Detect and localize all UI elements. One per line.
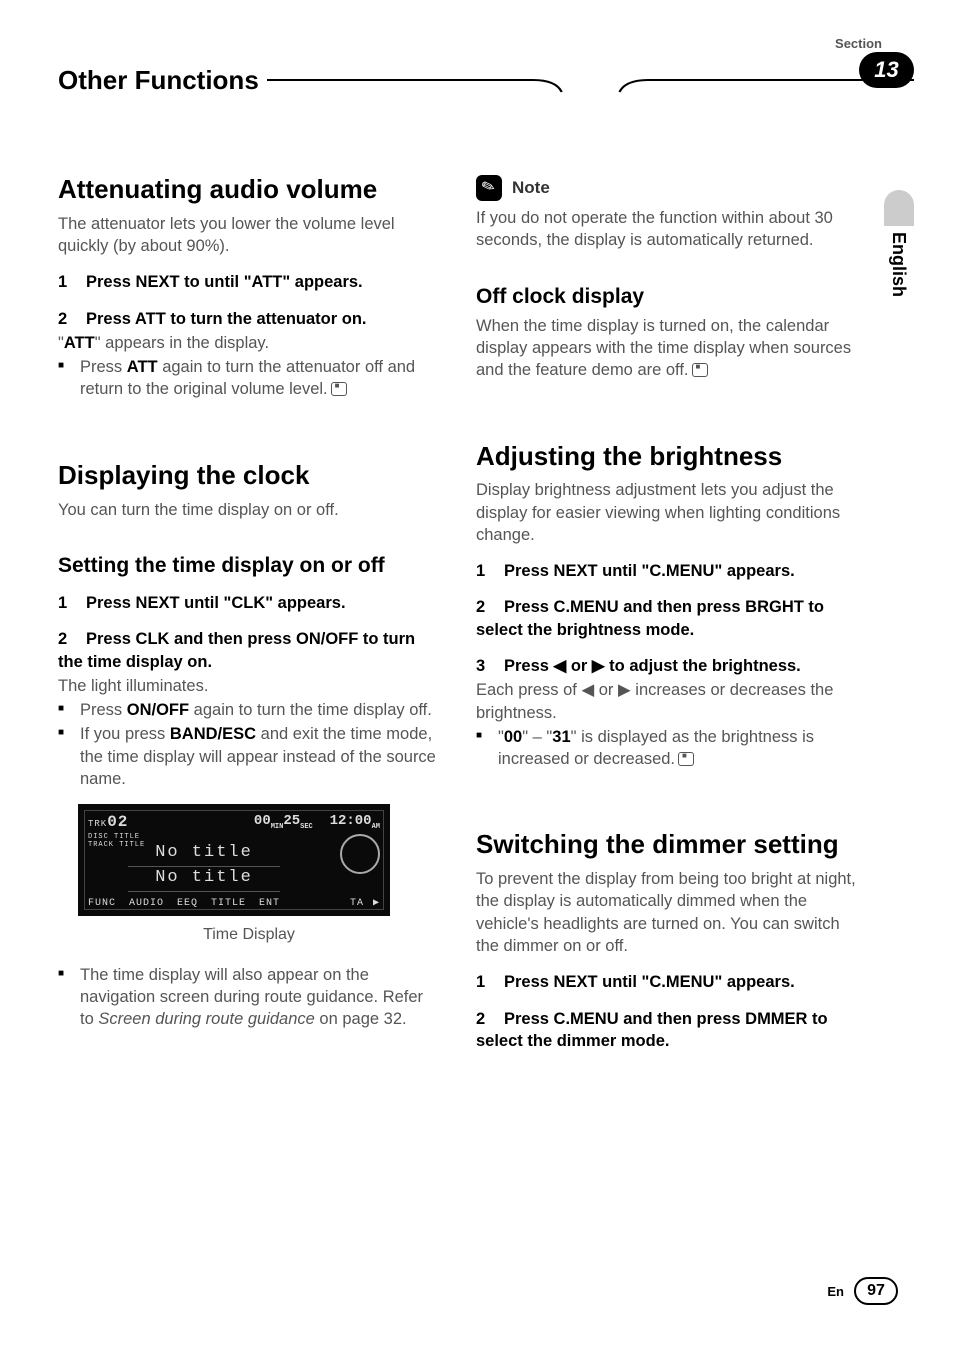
lcd-caption: Time Display: [58, 924, 440, 946]
note-body: If you do not operate the function withi…: [476, 207, 858, 252]
step-text: Press NEXT to until "ATT" appears.: [86, 273, 363, 291]
header-title: Other Functions: [58, 65, 259, 96]
bullet: "00" – "31" is displayed as the brightne…: [476, 726, 858, 771]
bullet: Press ATT again to turn the attenuator o…: [58, 356, 440, 401]
text: When the time display is turned on, the …: [476, 315, 858, 382]
step-text: Press C.MENU and then press BRGHT to sel…: [476, 598, 824, 638]
text: The light illuminates.: [58, 675, 440, 697]
step-text: Press C.MENU and then press DMMER to sel…: [476, 1010, 828, 1050]
header-row: Other Functions: [58, 60, 914, 100]
left-column: Attenuating audio volume The attenuator …: [58, 175, 440, 1054]
step: 3Press ◀ or ▶ to adjust the brightness.: [476, 655, 858, 677]
note-icon: ✎: [476, 175, 502, 201]
step: 1Press NEXT until "CLK" appears.: [58, 592, 440, 614]
section-number-badge: 13: [859, 52, 914, 88]
text: The attenuator lets you lower the volume…: [58, 213, 440, 258]
step: 2Press ATT to turn the attenuator on.: [58, 308, 440, 330]
step: 1Press NEXT until "C.MENU" appears.: [476, 560, 858, 582]
language-tab: English: [884, 190, 914, 297]
step: 1Press NEXT to until "ATT" appears.: [58, 271, 440, 293]
step: 2Press C.MENU and then press DMMER to se…: [476, 1008, 858, 1053]
language-tab-bar: [884, 190, 914, 226]
step-text: Press NEXT until "C.MENU" appears.: [504, 562, 795, 580]
end-of-section-icon: [678, 752, 694, 766]
bullet: The time display will also appear on the…: [58, 964, 440, 1031]
heading-clock: Displaying the clock: [58, 461, 440, 491]
footer-page: 97: [854, 1277, 898, 1305]
footer-lang: En: [827, 1284, 844, 1299]
language-tab-text: English: [884, 232, 914, 297]
right-column: ✎ Note If you do not operate the functio…: [476, 175, 858, 1054]
bullet: If you press BAND/ESC and exit the time …: [58, 723, 440, 790]
step: 2Press C.MENU and then press BRGHT to se…: [476, 596, 858, 641]
note-label: Note: [512, 177, 550, 200]
end-of-section-icon: [692, 363, 708, 377]
text: "ATT" appears in the display.: [58, 332, 440, 354]
header-rule: [267, 60, 914, 100]
lcd-trk: TRK02: [88, 812, 128, 834]
text: Each press of ◀ or ▶ increases or decrea…: [476, 679, 858, 724]
heading-attenuating: Attenuating audio volume: [58, 175, 440, 205]
lcd-menu: FUNC AUDIO EEQ TITLE ENT TA ▶: [88, 897, 380, 911]
subheading-time-display: Setting the time display on or off: [58, 553, 440, 578]
step-text: Press ATT to turn the attenuator on.: [86, 310, 367, 328]
heading-dimmer: Switching the dimmer setting: [476, 830, 858, 860]
end-of-section-icon: [331, 382, 347, 396]
step-text: Press CLK and then press ON/OFF to turn …: [58, 630, 415, 670]
step-text: Press NEXT until "CLK" appears.: [86, 594, 346, 612]
lcd-disc-icon: [334, 834, 380, 880]
note-header: ✎ Note: [476, 175, 858, 201]
step-text: Press ◀ or ▶ to adjust the brightness.: [504, 657, 801, 675]
lcd-titles: No title No title: [78, 842, 330, 892]
lcd-display-graphic: TRK02 00MIN25SEC 12:00AM DISC TITLE TRAC…: [78, 804, 390, 916]
heading-brightness: Adjusting the brightness: [476, 442, 858, 472]
step: 1Press NEXT until "C.MENU" appears.: [476, 971, 858, 993]
subheading-off-clock: Off clock display: [476, 284, 858, 309]
text: To prevent the display from being too br…: [476, 868, 858, 957]
section-label: Section: [835, 36, 882, 51]
footer: En 97: [827, 1277, 898, 1305]
text: Display brightness adjustment lets you a…: [476, 479, 858, 546]
step-text: Press NEXT until "C.MENU" appears.: [504, 973, 795, 991]
step: 2Press CLK and then press ON/OFF to turn…: [58, 628, 440, 673]
lcd-time: 00MIN25SEC 12:00AM: [254, 812, 380, 834]
bullet: Press ON/OFF again to turn the time disp…: [58, 699, 440, 721]
text: You can turn the time display on or off.: [58, 499, 440, 521]
